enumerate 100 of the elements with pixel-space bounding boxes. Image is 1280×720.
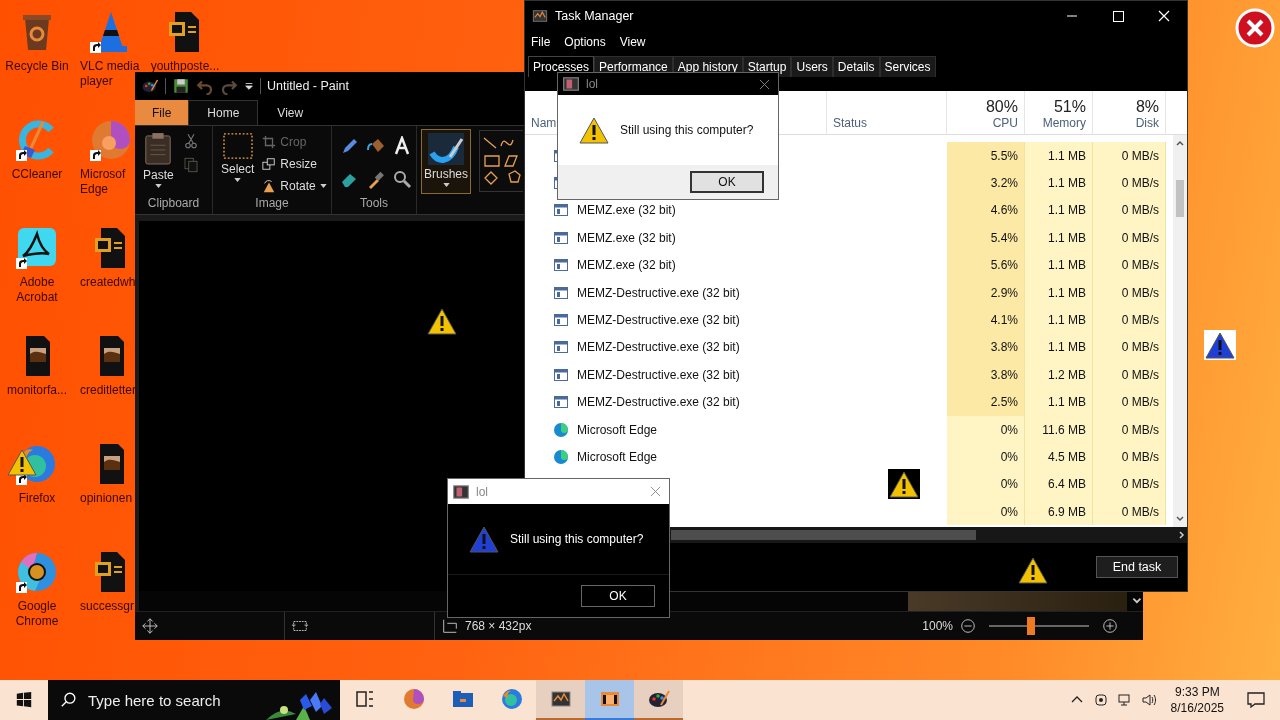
search-icon — [60, 691, 78, 709]
process-name: MEMZ-Destructive.exe (32 bit) — [577, 313, 740, 328]
ok-button[interactable]: OK — [690, 171, 764, 193]
rotate-button[interactable]: Rotate — [262, 176, 327, 196]
taskbar-app-icon[interactable] — [585, 680, 634, 720]
window-icon — [553, 312, 569, 329]
column-header[interactable]: Status — [833, 116, 868, 130]
window-icon — [452, 482, 470, 501]
scroll-thumb[interactable] — [1176, 180, 1184, 217]
icon-label: createdwh — [79, 275, 137, 290]
scroll-up-icon[interactable] — [1175, 138, 1185, 148]
window-icon — [553, 257, 569, 274]
brushes-button[interactable]: Brushes — [421, 129, 471, 194]
taskbar-app-icon[interactable] — [634, 680, 683, 720]
window-title: Task Manager — [555, 9, 634, 23]
column-header[interactable]: CPU — [992, 116, 1018, 130]
webcam-icon[interactable] — [1092, 692, 1109, 708]
icon-label: Recycle Bin — [4, 59, 70, 74]
table-cell: 0 MB/s — [1093, 361, 1166, 389]
shapes-gallery[interactable] — [479, 130, 523, 192]
icon-label: Adobe Acrobat — [15, 275, 59, 305]
tab[interactable]: Services — [879, 56, 936, 77]
table-cell: 4.1% — [947, 306, 1025, 334]
monitor-icon — [531, 7, 549, 25]
close-icon[interactable] — [759, 78, 770, 90]
group-label: Clipboard — [146, 196, 201, 212]
pencil-icon[interactable] — [340, 136, 360, 156]
search-field[interactable]: Type here to search — [86, 690, 230, 710]
table-cell: 0 MB/s — [1093, 169, 1166, 197]
table-cell: 0 MB/s — [1093, 278, 1166, 307]
table-cell: 0 MB/s — [1093, 306, 1166, 334]
group-label: Tools — [359, 196, 389, 212]
column-header[interactable]: Disk — [1135, 116, 1159, 130]
table-cell: 5.5% — [947, 142, 1025, 170]
save-icon[interactable] — [172, 77, 190, 95]
slider-thumb[interactable] — [1027, 617, 1035, 635]
paste-button[interactable]: Paste — [139, 130, 178, 196]
menu-item[interactable]: File — [531, 35, 551, 49]
table-cell: 0 MB/s — [1093, 333, 1166, 362]
table-cell: 1.1 MB — [1025, 169, 1093, 197]
table-cell: 1.1 MB — [1025, 196, 1093, 225]
group-label: Image — [254, 196, 290, 212]
resize-icon — [262, 157, 277, 171]
warning-icon — [888, 469, 920, 499]
scroll-down-icon[interactable] — [1175, 514, 1185, 524]
dropdown-icon[interactable] — [244, 81, 254, 91]
table-cell: 2.5% — [947, 388, 1025, 416]
scroll-thumb[interactable] — [908, 591, 1128, 611]
tab[interactable]: Users — [791, 56, 833, 77]
ribbon-tab[interactable]: Home — [188, 100, 259, 125]
brush-icon — [427, 133, 465, 165]
resize-icon — [441, 617, 459, 635]
table-cell: 1.2 MB — [1025, 361, 1093, 389]
caret-icon — [154, 184, 162, 188]
scroll-right-icon[interactable] — [1177, 530, 1187, 540]
table-cell: 1.1 MB — [1025, 306, 1093, 334]
icon-label: opinionen — [79, 491, 134, 506]
menu-item[interactable]: Options — [564, 35, 606, 49]
dialog-title: lol — [476, 484, 488, 499]
zoom-out-icon[interactable] — [959, 617, 977, 635]
resize-button[interactable]: Resize — [262, 154, 327, 174]
notification-icon[interactable] — [1246, 690, 1266, 710]
caret-icon — [442, 183, 450, 187]
table-cell: 0% — [947, 498, 1025, 526]
dialog-message: Still using this computer? — [620, 123, 754, 137]
text-tool-icon[interactable] — [392, 136, 412, 156]
usage-percent: 80% — [985, 98, 1018, 116]
end-task-button[interactable]: End task — [1096, 556, 1178, 578]
table-cell: 1.1 MB — [1025, 278, 1093, 307]
zoom-in-icon[interactable] — [1101, 617, 1119, 635]
caret-icon — [234, 178, 242, 182]
scroll-thumb[interactable] — [671, 530, 976, 540]
rotate-icon — [262, 179, 277, 193]
clock-date[interactable]: 8/16/2025 — [1170, 700, 1224, 716]
icon-label: successgr — [79, 599, 136, 614]
column-header[interactable]: Nam — [531, 116, 557, 130]
tab[interactable]: Details — [832, 56, 880, 77]
select-button[interactable]: Select — [217, 130, 259, 196]
ribbon-tab[interactable]: View — [258, 100, 323, 125]
icon-label: youthposte... — [149, 59, 221, 74]
ok-button[interactable]: OK — [581, 585, 655, 607]
file-menu-button[interactable]: File — [135, 100, 189, 125]
table-cell: 1.1 MB — [1025, 333, 1093, 362]
move-icon — [141, 617, 159, 635]
speaker-icon[interactable] — [1140, 692, 1157, 708]
close-icon[interactable] — [650, 486, 661, 497]
magnifier-icon[interactable] — [392, 169, 412, 189]
column-header[interactable]: Memory — [1042, 116, 1086, 130]
windows-start-icon[interactable] — [15, 691, 33, 709]
browser-icon — [553, 449, 569, 465]
warning-icon — [1204, 330, 1236, 360]
table-cell: 2.9% — [947, 278, 1025, 307]
network-icon[interactable] — [1116, 692, 1133, 708]
usage-percent: 8% — [1135, 98, 1159, 116]
menu-item[interactable]: View — [619, 35, 646, 49]
table-cell: 0 MB/s — [1093, 224, 1166, 252]
scrollbar[interactable] — [1173, 135, 1187, 527]
clock-time[interactable]: 9:33 PM — [1174, 684, 1220, 700]
taskbar-app-icon[interactable] — [536, 680, 585, 720]
process-name: MEMZ.exe (32 bit) — [577, 230, 676, 245]
